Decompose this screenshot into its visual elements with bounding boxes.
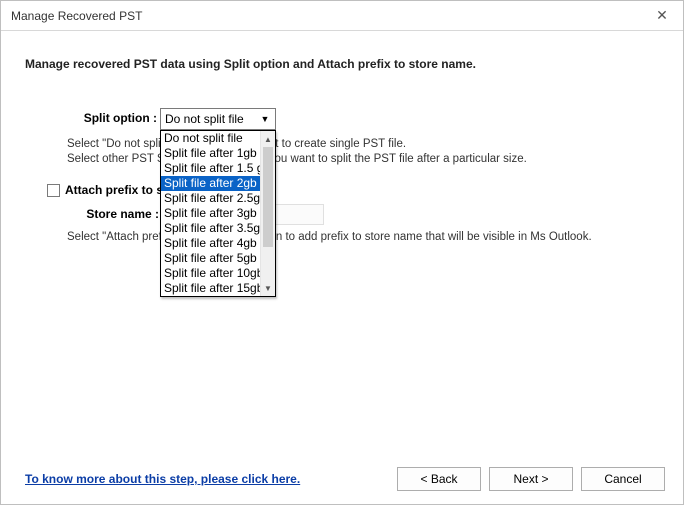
store-name-input[interactable] (269, 204, 324, 225)
chevron-down-icon: ▼ (257, 109, 273, 129)
split-option-dropdown[interactable]: Do not split fileSplit file after 1gbSpl… (160, 130, 276, 297)
window-title: Manage Recovered PST (11, 9, 641, 23)
scroll-down-icon[interactable]: ▼ (261, 280, 275, 296)
titlebar: Manage Recovered PST ✕ (1, 1, 683, 31)
attach-desc: Select "Attach prefix to store name" opt… (67, 231, 592, 243)
scroll-thumb[interactable] (263, 147, 273, 247)
dropdown-option[interactable]: Split file after 5gb (161, 251, 260, 266)
dropdown-option[interactable]: Split file after 1gb (161, 146, 260, 161)
split-option-selected: Do not split file (165, 112, 257, 126)
content-area: Manage recovered PST data using Split op… (1, 31, 683, 454)
split-option-select[interactable]: Do not split file ▼ (160, 108, 276, 130)
dropdown-option[interactable]: Split file after 3.5gb (161, 221, 260, 236)
dialog-window: Manage Recovered PST ✕ Manage recovered … (0, 0, 684, 505)
footer: To know more about this step, please cli… (1, 454, 683, 504)
dropdown-option[interactable]: Split file after 1.5 gb (161, 161, 260, 176)
store-name-label: Store name : (81, 207, 159, 221)
back-button[interactable]: < Back (397, 467, 481, 491)
close-button[interactable]: ✕ (641, 1, 683, 31)
dropdown-option[interactable]: Split file after 2gb (161, 176, 260, 191)
dropdown-option[interactable]: Split file after 4gb (161, 236, 260, 251)
attach-prefix-checkbox[interactable] (47, 184, 60, 197)
help-link[interactable]: To know more about this step, please cli… (25, 472, 300, 486)
close-icon: ✕ (656, 7, 668, 24)
next-button[interactable]: Next > (489, 467, 573, 491)
dropdown-option[interactable]: Split file after 2.5gb (161, 191, 260, 206)
page-heading: Manage recovered PST data using Split op… (25, 57, 659, 71)
split-desc-line2: Select other PST Split option suitable i… (67, 153, 527, 165)
dropdown-option[interactable]: Split file after 10gb (161, 266, 260, 281)
cancel-button[interactable]: Cancel (581, 467, 665, 491)
scroll-up-icon[interactable]: ▲ (261, 131, 275, 147)
dropdown-option[interactable]: Split file after 15gb (161, 281, 260, 296)
split-option-label: Split option : (67, 111, 157, 125)
dropdown-option[interactable]: Split file after 3gb (161, 206, 260, 221)
dropdown-option[interactable]: Do not split file (161, 131, 260, 146)
dropdown-scrollbar[interactable]: ▲ ▼ (260, 131, 275, 296)
